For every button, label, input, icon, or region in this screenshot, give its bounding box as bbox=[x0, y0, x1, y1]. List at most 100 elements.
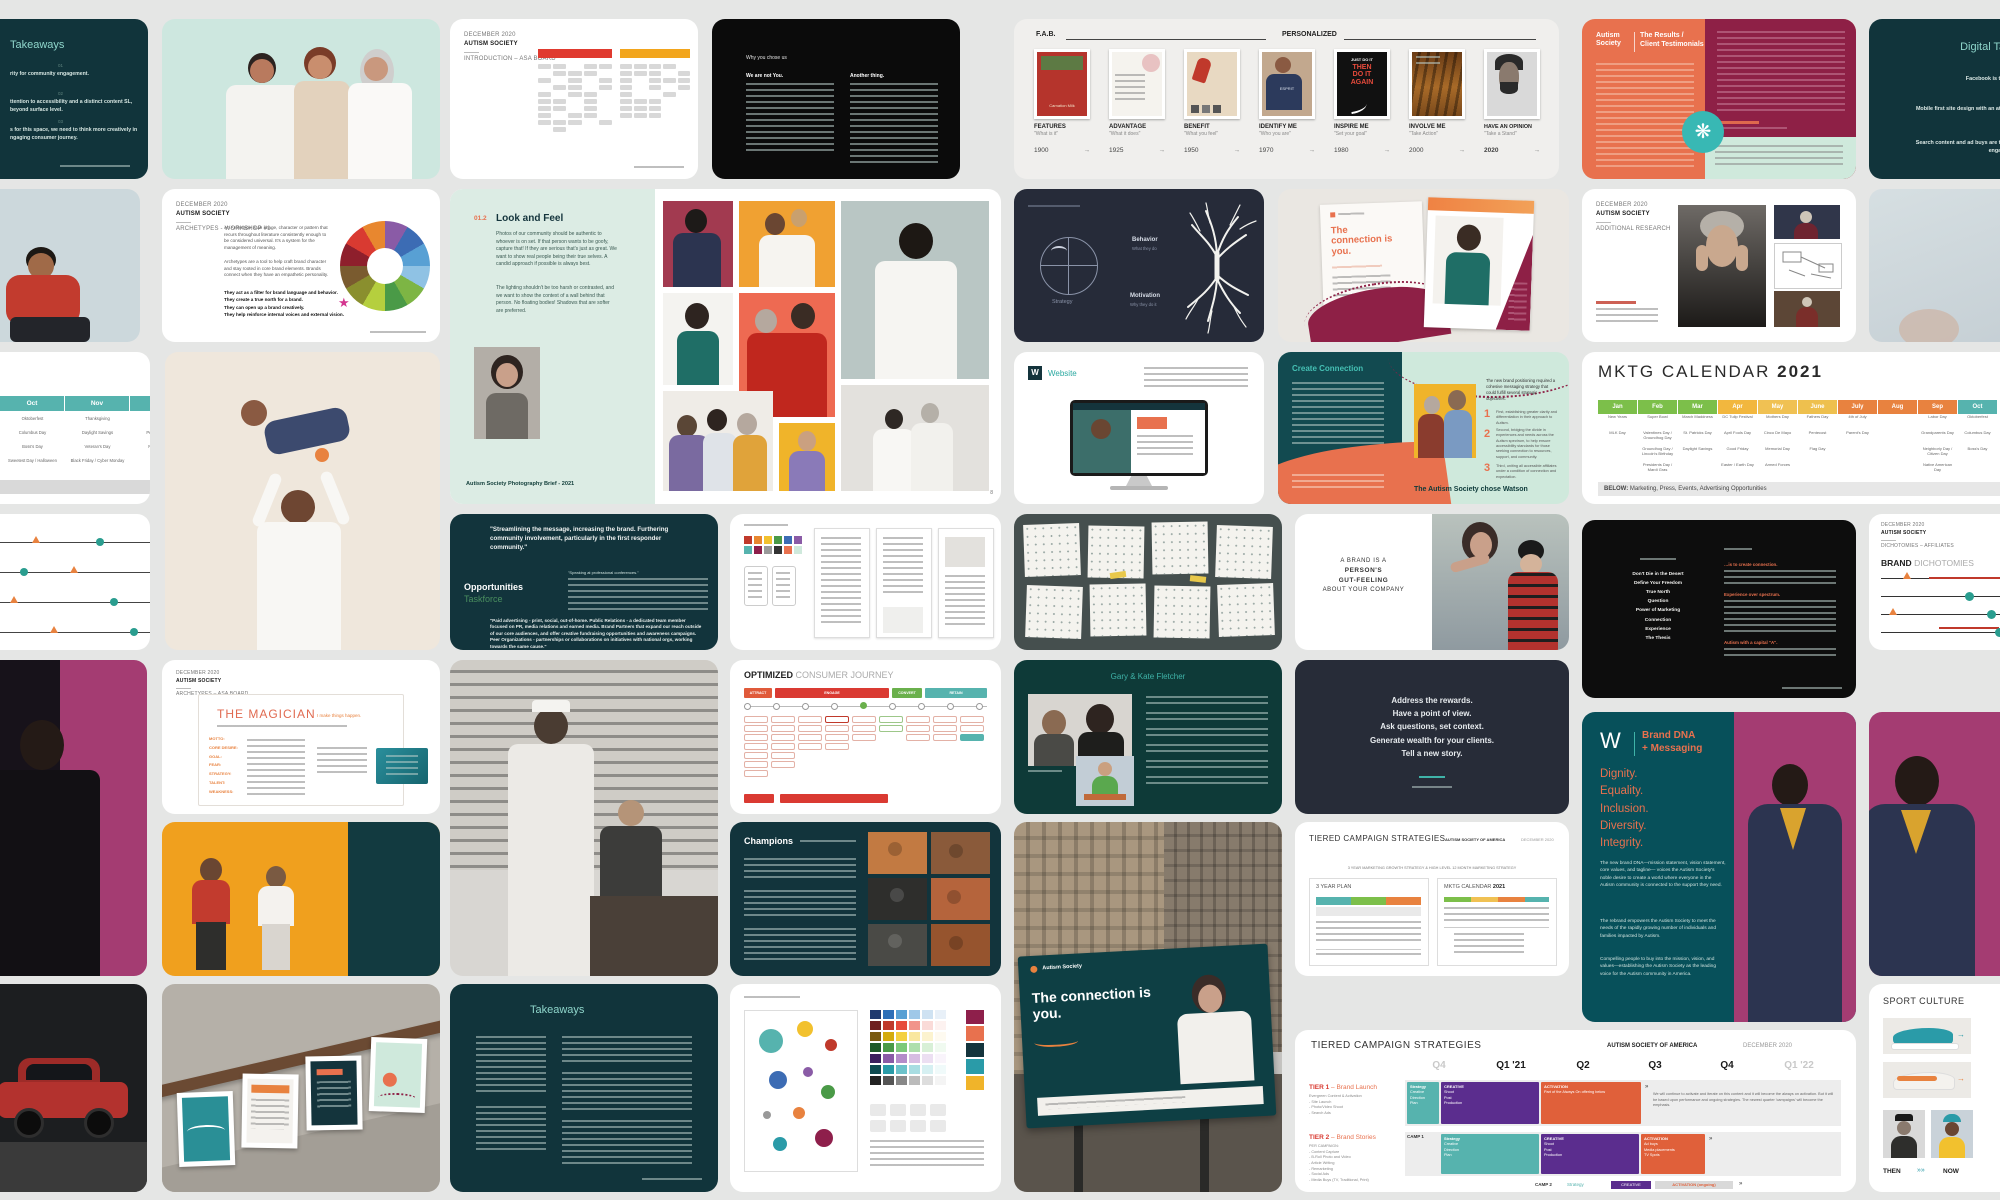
slide-look-and-feel[interactable]: 01.2 Look and Feel Photos of our communi… bbox=[450, 189, 1001, 504]
tier1-sublist: Evergreen Content & Activation- Site Lau… bbox=[1309, 1094, 1362, 1117]
photo-posters-on-stairs[interactable] bbox=[162, 984, 440, 1192]
photo-portrait-woman bbox=[474, 347, 540, 439]
slide-color-exploration[interactable] bbox=[730, 984, 1001, 1192]
photo-collage bbox=[868, 832, 990, 966]
text-lines bbox=[850, 83, 938, 163]
framed-poster bbox=[305, 1056, 362, 1131]
text-lines bbox=[1717, 31, 1845, 115]
photo-icon-sketch-wall[interactable] bbox=[1014, 514, 1282, 650]
autism-society-mark-icon: ❋ bbox=[1682, 111, 1724, 153]
framed-poster bbox=[177, 1091, 236, 1167]
slide-archetypes-intro[interactable]: DECEMBER 2020 AUTISM SOCIETY ARCHETYPES … bbox=[162, 189, 440, 342]
slide-fletcher-interview[interactable]: Gary & Kate Fletcher bbox=[1014, 660, 1282, 814]
slide-date: DECEMBER 2020 bbox=[1881, 522, 1954, 530]
slide-mktg-calendar-2021[interactable]: MKTG CALENDAR 2021 JanNew YearsMLK Day F… bbox=[1582, 352, 2000, 504]
slide-brand-dichotomies-partial[interactable]: DECEMBER 2020 AUTISM SOCIETY DICHOTOMIES… bbox=[1869, 514, 2000, 650]
item-text: Mobile first site design with an attenti… bbox=[1904, 105, 2000, 113]
camp2-label: CAMP 2 bbox=[1535, 1182, 1552, 1187]
footnote: The Autism Society chose Watson bbox=[1414, 486, 1528, 493]
quote-small: "Speaking at professional conferences." bbox=[568, 570, 708, 575]
text-lines bbox=[744, 928, 856, 962]
slide-brand-gut-feeling[interactable]: A BRAND IS A PERSON'S GUT-FEELING ABOUT … bbox=[1295, 514, 1569, 650]
slide-magician-archetype[interactable]: DECEMBER 2020 AUTISM SOCIETY ARCHETYPES … bbox=[162, 660, 440, 814]
person-silhouette bbox=[364, 57, 388, 81]
numeral: 3 bbox=[1484, 462, 1490, 474]
slide-tiered-strategies-overview[interactable]: TIERED CAMPAIGN STRATEGIES AUTISM SOCIET… bbox=[1295, 822, 1569, 976]
text-lines bbox=[1146, 696, 1268, 706]
text-lines bbox=[562, 1120, 692, 1164]
sketch-sheet bbox=[1217, 583, 1275, 637]
slide-visual-research[interactable] bbox=[730, 514, 1001, 650]
slide-digital-takeaways-partial[interactable]: Digital Takeaways 01 Facebook is the pri… bbox=[1869, 19, 2000, 179]
photo-child bbox=[1433, 215, 1504, 305]
slide-fab-timeline[interactable]: F.A.B. PERSONALIZED Carnation Milk FEATU… bbox=[1014, 19, 1559, 179]
photo-boy-red-shirt[interactable] bbox=[0, 189, 140, 342]
slide-brand-themes[interactable]: Don't Die in the DesertDefine Your Freed… bbox=[1582, 520, 1856, 698]
text-lines bbox=[1724, 648, 1836, 660]
slide-sport-culture-partial[interactable]: SPORT CULTURE → → THEN »» NOW bbox=[1869, 984, 2000, 1192]
photo-red-car[interactable] bbox=[0, 984, 147, 1192]
teal-callout-box bbox=[376, 748, 428, 784]
slide-create-connection[interactable]: Create Connection The new brand position… bbox=[1278, 352, 1569, 504]
slide-champions[interactable]: Champions bbox=[730, 822, 1001, 976]
chip-column bbox=[744, 716, 768, 779]
photo-father-tossing-son[interactable] bbox=[165, 352, 440, 650]
photo-mother-child-orange bbox=[739, 201, 835, 287]
phase-bar: ATTRACT bbox=[744, 688, 772, 698]
poster-retro-ad bbox=[1184, 49, 1240, 119]
chip-column bbox=[825, 716, 849, 752]
divider bbox=[1634, 32, 1635, 52]
numeral: 1 bbox=[1484, 408, 1490, 420]
slide-why-you-chose-us[interactable]: Why you chose us We are not You. Another… bbox=[712, 19, 960, 179]
photo-nurse-child-bw[interactable] bbox=[450, 660, 718, 976]
sketch-sheet bbox=[1090, 584, 1147, 637]
slide-brand-dna[interactable]: W Brand DNA+ Messaging Dignity.Equality.… bbox=[1582, 712, 1856, 1022]
photo-girls-dancing[interactable] bbox=[162, 822, 440, 976]
arrows-icon: »» bbox=[1917, 1167, 1925, 1174]
photo-billboard-city[interactable]: Autism Society The connection is you. bbox=[1014, 822, 1282, 1192]
bullet-lead: Autism with a capital "A". bbox=[1724, 640, 1777, 645]
text-lines bbox=[744, 890, 856, 920]
teal-panel bbox=[348, 822, 440, 976]
slide-takeaways-partial[interactable]: Takeaways 01 rity for community engageme… bbox=[0, 19, 148, 179]
photo-brochure-mockup[interactable]: The connection is you. bbox=[1278, 189, 1569, 342]
slide-manifesto[interactable]: Address the rewards.Have a point of view… bbox=[1295, 660, 1569, 814]
orange-ball bbox=[315, 448, 329, 462]
w-logo: W bbox=[1028, 366, 1042, 380]
paragraph: Archetypes are a tool to help craft bran… bbox=[224, 259, 330, 279]
text-lines bbox=[1146, 728, 1268, 738]
slide-takeaways[interactable]: Takeaways bbox=[450, 984, 718, 1192]
photo-man-magenta-partial[interactable] bbox=[0, 660, 147, 976]
person-silhouette bbox=[618, 800, 644, 826]
swoosh-icon bbox=[1351, 104, 1368, 114]
slide-website[interactable]: W Website bbox=[1014, 352, 1264, 504]
photo-portrait-bw bbox=[1678, 205, 1766, 327]
slide-opportunities-taskforce[interactable]: "Streamlining the message, increasing th… bbox=[450, 514, 718, 650]
slide-additional-research[interactable]: DECEMBER 2020 AUTISM SOCIETY ADDITIONAL … bbox=[1582, 189, 1856, 342]
photo-soft-portrait-partial[interactable] bbox=[1869, 189, 2000, 342]
photo-man-magenta-right-partial[interactable] bbox=[1869, 712, 2000, 976]
sketch-sheet bbox=[1023, 523, 1081, 577]
marker-dot bbox=[1965, 592, 1974, 601]
text-lines bbox=[247, 739, 305, 797]
slide-consumer-journey[interactable]: OPTIMIZED CONSUMER JOURNEY ATTRACT ENGAG… bbox=[730, 660, 1001, 814]
sketch-sheet bbox=[1152, 522, 1209, 575]
slide-org-chart[interactable]: DECEMBER 2020 AUTISM SOCIETY INTRODUCTIO… bbox=[450, 19, 698, 179]
slide-tiered-strategies-gantt[interactable]: TIERED CAMPAIGN STRATEGIES AUTISM SOCIET… bbox=[1295, 1030, 1856, 1192]
objective-text: First, establishing greater clarity and … bbox=[1496, 410, 1558, 426]
arrow-icon: » bbox=[1709, 1136, 1712, 1142]
slide-dichotomy-scales-partial[interactable] bbox=[0, 514, 150, 650]
text-lines bbox=[1292, 474, 1384, 492]
diagram-sublabel: Why they do it bbox=[1130, 302, 1157, 307]
text-lines bbox=[1292, 382, 1384, 444]
moodboard-canvas: Takeaways 01 rity for community engageme… bbox=[0, 0, 2000, 1200]
text-lines bbox=[1782, 687, 1842, 690]
slide-motivation-tree[interactable]: Strategy Behavior What they do Motivatio… bbox=[1014, 189, 1264, 342]
slide-topic: DICHOTOMIES – AFFILIATES bbox=[1881, 543, 1954, 551]
slide-client-testimonials[interactable]: AutismSociety The Results /Client Testim… bbox=[1582, 19, 1856, 179]
phase-bar: CONVERT bbox=[892, 688, 922, 698]
photo-three-women[interactable] bbox=[162, 19, 440, 179]
slide-calendar-q4-partial[interactable]: Oct Nov Dec OktoberfestThanksgivingChris… bbox=[0, 352, 150, 504]
person-silhouette bbox=[348, 83, 412, 179]
then-label: THEN bbox=[1883, 1168, 1901, 1175]
